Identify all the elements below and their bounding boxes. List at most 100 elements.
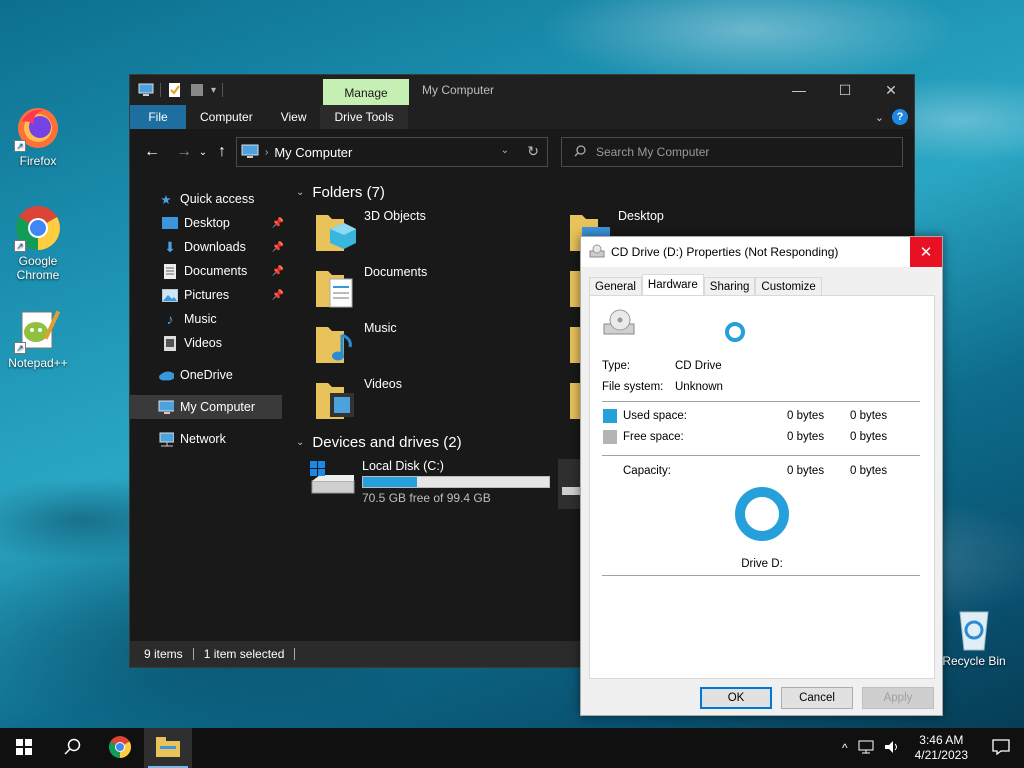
taskbar-chrome[interactable] [96, 728, 144, 768]
address-bar[interactable]: › My Computer ⌄ ↻ [236, 137, 548, 167]
drive-c-label: Local Disk (C:) [362, 459, 444, 473]
desktop-icon-label: Notepad++ [8, 356, 68, 370]
search-button[interactable] [48, 728, 96, 768]
maximize-button[interactable]: ☐ [822, 75, 868, 105]
collapse-chevron-icon[interactable]: ⌄ [296, 187, 304, 198]
sidebar-item-onedrive[interactable]: OneDrive [130, 363, 288, 387]
folder-3d-objects[interactable]: 3D Objects [314, 209, 426, 253]
used-space-label: Used space: [623, 410, 687, 422]
sidebar-item-pictures[interactable]: Pictures 📌 [130, 283, 288, 307]
clock[interactable]: 3:46 AM 4/21/2023 [905, 733, 978, 763]
devices-section-header[interactable]: ⌄ Devices and drives (2) [290, 427, 462, 457]
type-value: CD Drive [675, 360, 722, 372]
search-icon [574, 144, 586, 160]
back-button[interactable]: ← [140, 143, 164, 161]
tab-computer[interactable]: Computer [186, 105, 267, 129]
sidebar-item-quick-access[interactable]: ★ Quick access [130, 187, 288, 211]
apply-button[interactable]: Apply [862, 687, 934, 709]
desktop-icon-label: Firefox [19, 154, 57, 168]
tab-file[interactable]: File [130, 105, 186, 129]
tab-customize[interactable]: Customize [755, 277, 822, 295]
capacity-bytes: 0 bytes [787, 465, 825, 477]
explorer-titlebar[interactable]: ▾ Manage My Computer — ☐ ✕ [130, 75, 914, 105]
tab-manage[interactable]: Manage [323, 79, 409, 105]
cd-drive-icon [589, 244, 605, 261]
videos-folder-icon [314, 377, 358, 421]
music-folder-icon [314, 321, 358, 365]
volume-icon[interactable] [879, 740, 905, 757]
pin-icon[interactable]: 📌 [272, 266, 284, 277]
windows-logo-icon [16, 738, 32, 758]
dialog-titlebar[interactable]: CD Drive (D:) Properties (Not Responding… [581, 237, 942, 267]
status-item-count: 9 items [144, 647, 183, 661]
sidebar-item-desktop[interactable]: Desktop 📌 [130, 211, 288, 235]
cancel-button[interactable]: Cancel [781, 687, 853, 709]
sidebar-item-my-computer[interactable]: My Computer [130, 395, 282, 419]
network-icon[interactable] [853, 740, 879, 757]
folder-music[interactable]: Music [314, 321, 397, 365]
start-button[interactable] [0, 728, 48, 768]
downloads-icon: ⬇ [164, 238, 176, 255]
desktop-folder-icon [162, 215, 178, 231]
free-space-bytes: 0 bytes [787, 431, 825, 443]
cd-drive-large-icon [602, 308, 636, 341]
filesystem-value: Unknown [675, 381, 723, 393]
3d-objects-folder-icon [314, 209, 358, 253]
dialog-close-button[interactable]: ✕ [910, 237, 942, 267]
tab-drive-tools[interactable]: Drive Tools [320, 105, 408, 129]
folder-videos[interactable]: Videos [314, 377, 402, 421]
help-icon[interactable]: ? [892, 109, 908, 125]
drive-c[interactable]: Local Disk (C:) 70.5 GB free of 99.4 GB [308, 459, 550, 505]
tab-general[interactable]: General [589, 277, 642, 295]
customize-qat-icon[interactable]: ▾ [211, 85, 216, 96]
desktop-icon-label: Recycle Bin [942, 654, 1006, 668]
network-icon [158, 431, 174, 447]
collapse-chevron-icon[interactable]: ⌄ [296, 437, 304, 448]
desktop-icon-notepadpp[interactable]: ↗ Notepad++ [0, 306, 76, 370]
properties-icon[interactable] [167, 82, 183, 98]
capacity-size: 0 bytes [850, 465, 888, 477]
tab-view[interactable]: View [267, 105, 321, 129]
new-folder-icon[interactable] [189, 82, 205, 98]
pin-icon[interactable]: 📌 [272, 290, 284, 301]
sidebar-item-network[interactable]: Network [130, 427, 288, 451]
taskbar-file-explorer[interactable] [144, 728, 192, 768]
computer-icon [158, 399, 174, 415]
folder-documents[interactable]: Documents [314, 265, 427, 309]
address-dropdown-icon[interactable]: ⌄ [501, 145, 509, 156]
ok-button[interactable]: OK [700, 687, 772, 709]
drive-d-tile-selected[interactable] [558, 459, 580, 509]
desktop-icon-recycle-bin[interactable]: Recycle Bin [936, 604, 1012, 668]
up-button[interactable]: ↑ [210, 143, 234, 161]
free-space-swatch [603, 430, 617, 444]
refresh-icon[interactable]: ↻ [527, 143, 539, 160]
free-space-label: Free space: [623, 431, 684, 443]
sidebar-item-music[interactable]: ♪ Music [130, 307, 288, 331]
desktop-icon-firefox[interactable]: ↗ Firefox [0, 104, 76, 168]
close-button[interactable]: ✕ [868, 75, 914, 105]
address-bar-row: ← → ⌄ ↑ › My Computer ⌄ ↻ Search My Comp… [130, 129, 914, 175]
minimize-button[interactable]: — [776, 75, 822, 105]
tab-hardware[interactable]: Hardware [641, 274, 704, 296]
pin-icon[interactable]: 📌 [272, 218, 284, 229]
tab-sharing[interactable]: Sharing [703, 277, 756, 295]
pin-icon[interactable]: 📌 [272, 242, 284, 253]
taskbar: ^ 3:46 AM 4/21/2023 [0, 728, 1024, 768]
folders-section-header[interactable]: ⌄ Folders (7) [290, 177, 914, 207]
forward-button[interactable]: → [172, 143, 196, 161]
chrome-icon: ↗ [14, 204, 62, 252]
show-hidden-icons-chevron-icon[interactable]: ^ [837, 741, 853, 755]
recent-locations-button[interactable]: ⌄ [196, 147, 210, 158]
expand-ribbon-icon[interactable]: ⌄ [875, 111, 884, 124]
sidebar-item-documents[interactable]: Documents 📌 [130, 259, 288, 283]
sidebar-item-downloads[interactable]: ⬇ Downloads 📌 [130, 235, 288, 259]
file-explorer-icon [156, 736, 180, 760]
system-tray: ^ 3:46 AM 4/21/2023 [837, 728, 1024, 768]
notifications-icon[interactable] [978, 738, 1024, 758]
dialog-tabs: General Hardware Sharing Customize [589, 274, 822, 296]
used-space-swatch [603, 409, 617, 423]
desktop-icon-chrome[interactable]: ↗ Google Chrome [0, 204, 76, 282]
sidebar-item-videos[interactable]: Videos [130, 331, 288, 355]
breadcrumb-my-computer[interactable]: My Computer [274, 145, 352, 160]
search-input[interactable]: Search My Computer [561, 137, 903, 167]
